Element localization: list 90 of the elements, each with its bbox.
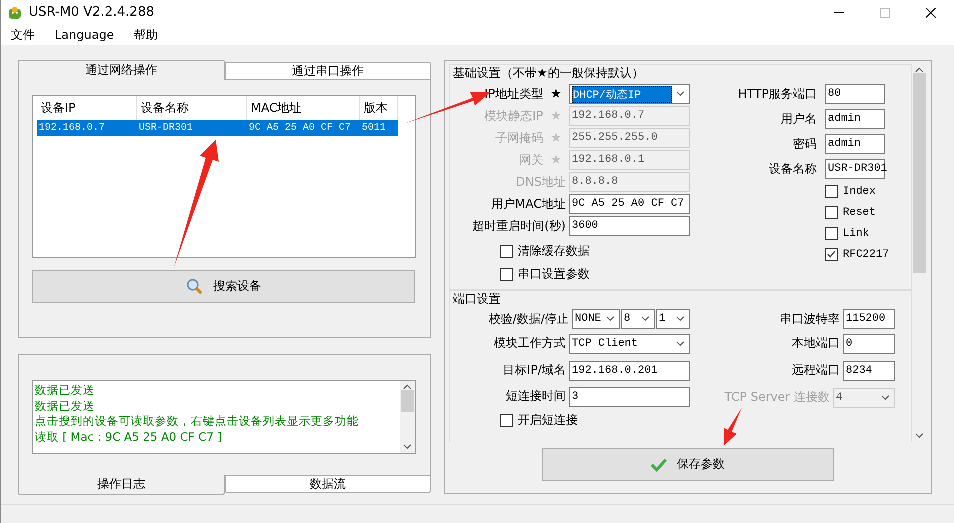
maximize-icon (880, 8, 890, 18)
table-cell-text: 5011 (361, 122, 388, 134)
menu-item[interactable]: 帮助 (134, 26, 158, 44)
checkbox[interactable] (500, 268, 513, 281)
close-icon (926, 8, 936, 18)
field-label: 模块工作方式 (494, 335, 566, 352)
chevron-down-icon (606, 316, 615, 322)
checkbox-option[interactable]: 清除缓存数据 (450, 241, 690, 262)
annotation-arrow (724, 408, 742, 446)
input-field[interactable]: 9C A5 25 A0 CF C7 (569, 194, 690, 214)
search-button[interactable]: 搜索设备 (32, 270, 415, 303)
star-mark: ★ (550, 86, 562, 102)
field-label: HTTP服务端口 (738, 86, 817, 102)
tab[interactable]: 操作日志 (18, 475, 224, 495)
field-label: DNS地址 (516, 174, 566, 190)
dropdown[interactable]: 1 (656, 309, 690, 329)
tab[interactable]: 数据流 (224, 475, 431, 493)
chevron-down-icon (676, 340, 685, 346)
input-field[interactable]: 0 (843, 334, 895, 354)
checkbox-option[interactable]: Reset (825, 202, 885, 223)
dropdown[interactable]: NONE (572, 309, 620, 329)
save-button[interactable]: 保存参数 (542, 448, 834, 481)
input-field[interactable]: 80 (825, 84, 885, 104)
tab[interactable]: 通过串口操作 (224, 62, 431, 80)
log-line: 点击搜到的设备可读取参数，右键点击设备列表显示更多功能 (35, 414, 360, 430)
table-cell-text: 192.168.0.7 (38, 122, 106, 134)
dropdown[interactable]: 8 (621, 309, 655, 329)
checkbox[interactable] (500, 245, 513, 258)
checkbox-option[interactable]: Link (825, 223, 885, 244)
chevron-down-icon (886, 316, 890, 322)
device-row[interactable]: 192.168.0.7 USR-DR301 9C A5 25 A0 CF C7 5011 (37, 120, 398, 136)
field-label: 网关 (519, 152, 544, 168)
input-field[interactable]: admin (825, 134, 885, 154)
input-field[interactable]: 3 (569, 386, 690, 406)
input-field[interactable]: USR-DR301 (825, 159, 885, 179)
chevron-down-icon (676, 91, 685, 97)
window-title: USR-M0 V2.2.4.288 (29, 5, 154, 20)
field-label: 本地端口 (792, 335, 840, 352)
log-line: 数据已发送 (35, 398, 96, 414)
checkbox[interactable] (825, 206, 838, 219)
dropdown[interactable]: DHCP/动态IP (569, 84, 690, 104)
checkbox-option[interactable]: 串口设置参数 (450, 264, 690, 285)
search-icon (186, 278, 204, 296)
robot-icon (7, 4, 23, 20)
input-field[interactable]: admin (825, 109, 885, 129)
field-label: 设备名称 (769, 160, 817, 178)
scrollbar[interactable] (400, 381, 415, 453)
field-label: 用户MAC地址 (491, 196, 566, 212)
scroll-down-icon[interactable] (915, 433, 924, 439)
dropdown[interactable]: TCP Client (569, 334, 690, 354)
field-label: 超时重启时间(秒) (472, 218, 566, 234)
checkbox[interactable] (500, 414, 513, 427)
input-field[interactable]: 192.168.0.201 (569, 360, 690, 380)
field-label: 校验/数据/停止 (488, 310, 569, 328)
tab[interactable]: 通过网络操作 (18, 60, 224, 80)
star-mark: ★ (550, 130, 562, 146)
chevron-down-icon (676, 316, 685, 322)
scroll-up-icon[interactable] (403, 384, 412, 390)
field-label: 串口波特率 (780, 310, 840, 328)
table-cell-text: USR-DR301 (138, 122, 194, 134)
log-line: 读取 [ Mac : 9C A5 25 A0 CF C7 ] (35, 430, 224, 445)
chevron-down-icon (881, 394, 890, 400)
checkmark-icon (651, 458, 667, 472)
input-field[interactable]: 3600 (569, 216, 690, 236)
checkbox[interactable] (825, 185, 838, 198)
checkbox[interactable] (825, 227, 838, 240)
input-field[interactable]: 8234 (843, 360, 895, 380)
scroll-up-icon[interactable] (915, 67, 924, 73)
field-label: 用户名 (781, 110, 817, 128)
checkbox-option[interactable]: 开启短连接 (450, 410, 690, 431)
menu-item[interactable]: 文件 (11, 26, 35, 44)
field-label: 目标IP/域名 (503, 362, 566, 379)
field-label: 远程端口 (792, 362, 840, 379)
menu-item[interactable]: Language (55, 28, 114, 42)
field-label: TCP Server 连接数 (724, 389, 830, 406)
group-title: 端口设置 (452, 293, 502, 306)
chevron-down-icon (641, 316, 650, 322)
field-label: 短连接时间 (506, 388, 566, 405)
field-label: 密码 (793, 136, 817, 152)
field-label: 模块静态IP (484, 108, 544, 124)
checkbox-option[interactable]: Index (825, 181, 885, 202)
star-mark: ★ (550, 152, 562, 168)
group-title: 基础设置（不带★的一般保持默认） (452, 67, 645, 80)
scroll-down-icon[interactable] (403, 444, 412, 450)
star-mark: ★ (550, 108, 562, 124)
table-cell-text: 9C A5 25 A0 CF C7 (248, 122, 352, 134)
log-line: 数据已发送 (35, 383, 96, 398)
checkbox[interactable] (825, 248, 838, 261)
dropdown[interactable]: 115200 (843, 309, 895, 329)
field-label: 子网掩码 (495, 130, 544, 146)
